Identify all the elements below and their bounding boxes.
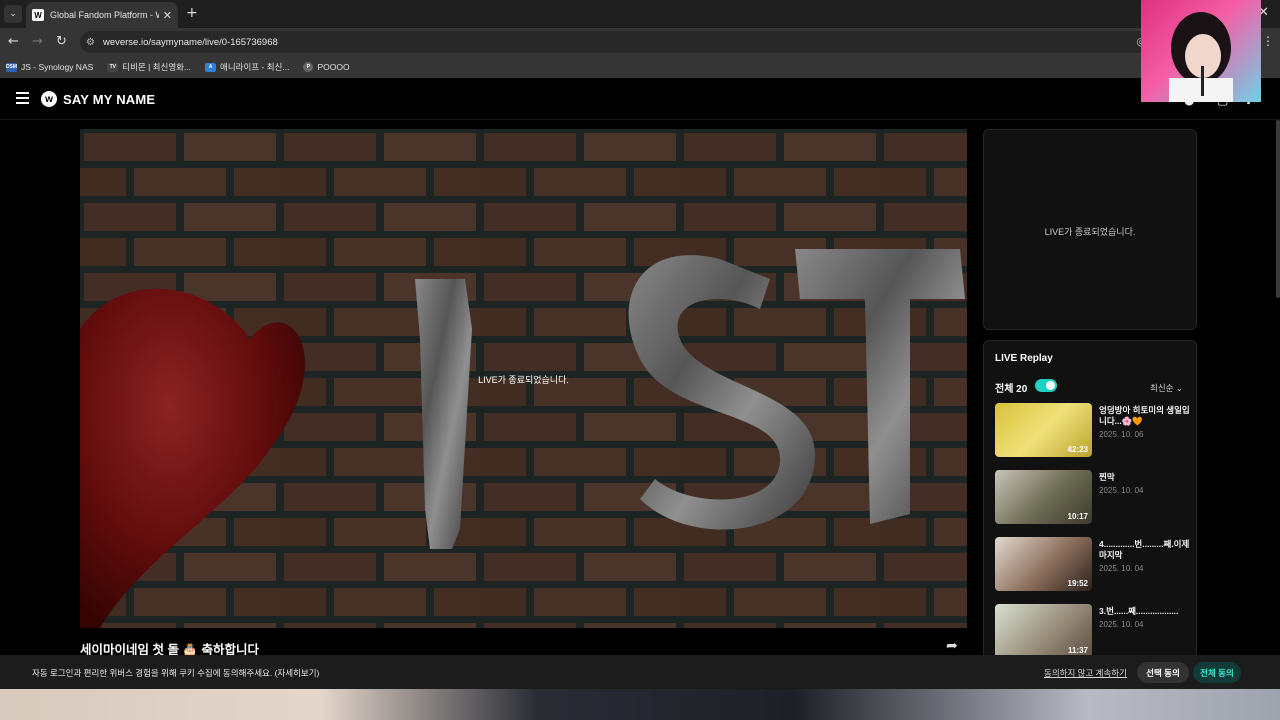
replay-thumbnail[interactable]: 19:52 <box>995 537 1092 591</box>
replay-title: LIVE Replay <box>995 353 1053 364</box>
share-icon[interactable]: ➦ <box>946 638 958 654</box>
bookmark-label: JS - Synology NAS <box>21 62 94 72</box>
replay-thumbnail[interactable]: 11:37 <box>995 604 1092 658</box>
new-tab-button[interactable]: + <box>186 5 198 21</box>
background-video-strip <box>0 689 1280 720</box>
bookmarks-bar: DSM JS - Synology NAS TV 티비몬 | 최신영화... A… <box>0 56 1280 78</box>
replay-item-date: 2025. 10. 04 <box>1099 486 1144 495</box>
select-consent-button[interactable]: 선택 동의 <box>1137 662 1189 683</box>
forward-arrow-icon[interactable]: → <box>32 34 43 49</box>
webcam-figure <box>1169 12 1233 102</box>
autoplay-toggle[interactable] <box>1035 379 1057 392</box>
video-ended-message: LIVE가 종료되었습니다. <box>478 375 569 385</box>
weverse-logo-icon[interactable]: w <box>41 91 57 107</box>
community-name[interactable]: SAY MY NAME <box>63 92 155 107</box>
browser-toolbar: ← → ↻ ⚙ weverse.io/saymyname/live/0-1657… <box>0 28 1280 56</box>
address-bar[interactable]: ⚙ weverse.io/saymyname/live/0-165736968 … <box>80 31 1160 53</box>
tvmon-icon: TV <box>107 62 119 72</box>
bookmark-synology[interactable]: DSM JS - Synology NAS <box>6 62 93 72</box>
replay-item[interactable]: 42:23 엉덩방아 히토미의 생일입니다...🌸🧡 2025. 10. 06 <box>995 403 1191 457</box>
tab-search-icon[interactable]: ⌄ <box>4 5 22 23</box>
decline-cookies-link[interactable]: 동의하지 않고 계속하기 <box>1044 667 1127 679</box>
replay-thumbnail[interactable]: 10:17 <box>995 470 1092 524</box>
webcam-overlay <box>1141 0 1261 102</box>
replay-item-date: 2025. 10. 06 <box>1099 430 1144 439</box>
replay-item[interactable]: 10:17 찐막 2025. 10. 04 <box>995 470 1191 524</box>
back-arrow-icon[interactable]: ← <box>8 34 19 49</box>
duration-badge: 10:17 <box>1067 512 1088 521</box>
page-scrollbar[interactable] <box>1276 120 1280 298</box>
bookmark-label: 애니라이프 - 최신... <box>220 62 290 72</box>
replay-thumbnail[interactable]: 42:23 <box>995 403 1092 457</box>
replay-count: 전체 20 <box>995 384 1028 395</box>
sort-label: 최신순 <box>1150 383 1174 393</box>
bookmark-label: 티비몬 | 최신영화... <box>122 62 192 72</box>
menu-icon[interactable] <box>16 92 29 104</box>
duration-badge: 11:37 <box>1067 646 1088 655</box>
replay-item-title[interactable]: 찐막 <box>1099 472 1191 483</box>
chat-panel: LIVE가 종료되었습니다. <box>983 129 1197 330</box>
weverse-favicon-icon: W <box>32 9 44 21</box>
duration-badge: 19:52 <box>1067 579 1088 588</box>
bookmark-label: POOOO <box>317 62 350 72</box>
replay-item-title[interactable]: 3.번......째.................. <box>1099 606 1191 617</box>
cookie-message[interactable]: 자동 로그인과 편리한 위버스 경험을 위해 쿠키 수집에 동의해주세요. (자… <box>32 667 319 679</box>
reload-icon[interactable]: ↻ <box>56 34 67 49</box>
cookie-consent-bar: 자동 로그인과 편리한 위버스 경험을 위해 쿠키 수집에 동의해주세요. (자… <box>0 655 1280 689</box>
bookmark-anilife[interactable]: A 애니라이프 - 최신... <box>205 61 289 73</box>
poooo-icon: P <box>303 62 314 72</box>
chat-ended-message: LIVE가 종료되었습니다. <box>1044 227 1136 237</box>
live-replay-panel: LIVE Replay 전체 20 최신순 ⌄ 42:23 엉덩방아 히토미의 … <box>983 340 1197 670</box>
url-text[interactable]: weverse.io/saymyname/live/0-165736968 <box>103 37 278 48</box>
replay-item-title[interactable]: 4.............번.........째.이제마지막 <box>1099 539 1191 561</box>
duration-badge: 42:23 <box>1067 445 1088 454</box>
browser-tabbar: ⌄ W Global Fandom Platform - Weverse ✕ +… <box>0 0 1280 28</box>
site-info-icon[interactable]: ⚙ <box>86 37 95 48</box>
browser-menu-icon[interactable]: ⋮ <box>1262 34 1274 48</box>
replay-item-date: 2025. 10. 04 <box>1099 620 1144 629</box>
accept-all-button[interactable]: 전체 동의 <box>1193 662 1241 683</box>
chevron-down-icon: ⌄ <box>1175 384 1183 394</box>
browser-tab[interactable]: W Global Fandom Platform - Weverse ✕ <box>26 2 178 28</box>
tab-close-icon[interactable]: ✕ <box>163 9 172 22</box>
synology-icon: DSM <box>5 62 18 72</box>
sort-dropdown[interactable]: 최신순 ⌄ <box>1150 382 1183 394</box>
replay-item-date: 2025. 10. 04 <box>1099 564 1144 573</box>
replay-item[interactable]: 19:52 4.............번.........째.이제마지막 20… <box>995 537 1191 591</box>
replay-item[interactable]: 11:37 3.번......째.................. 2025.… <box>995 604 1191 658</box>
video-player[interactable]: LIVE가 종료되었습니다. <box>80 129 967 628</box>
bookmark-tvmon[interactable]: TV 티비몬 | 최신영화... <box>107 61 191 73</box>
site-header: w SAY MY NAME <box>0 80 1280 120</box>
tab-title: Global Fandom Platform - Weverse <box>50 10 159 20</box>
bookmark-poooo[interactable]: P POOOO <box>303 62 350 72</box>
replay-item-title[interactable]: 엉덩방아 히토미의 생일입니다...🌸🧡 <box>1099 405 1191 427</box>
anilife-icon: A <box>205 62 217 72</box>
